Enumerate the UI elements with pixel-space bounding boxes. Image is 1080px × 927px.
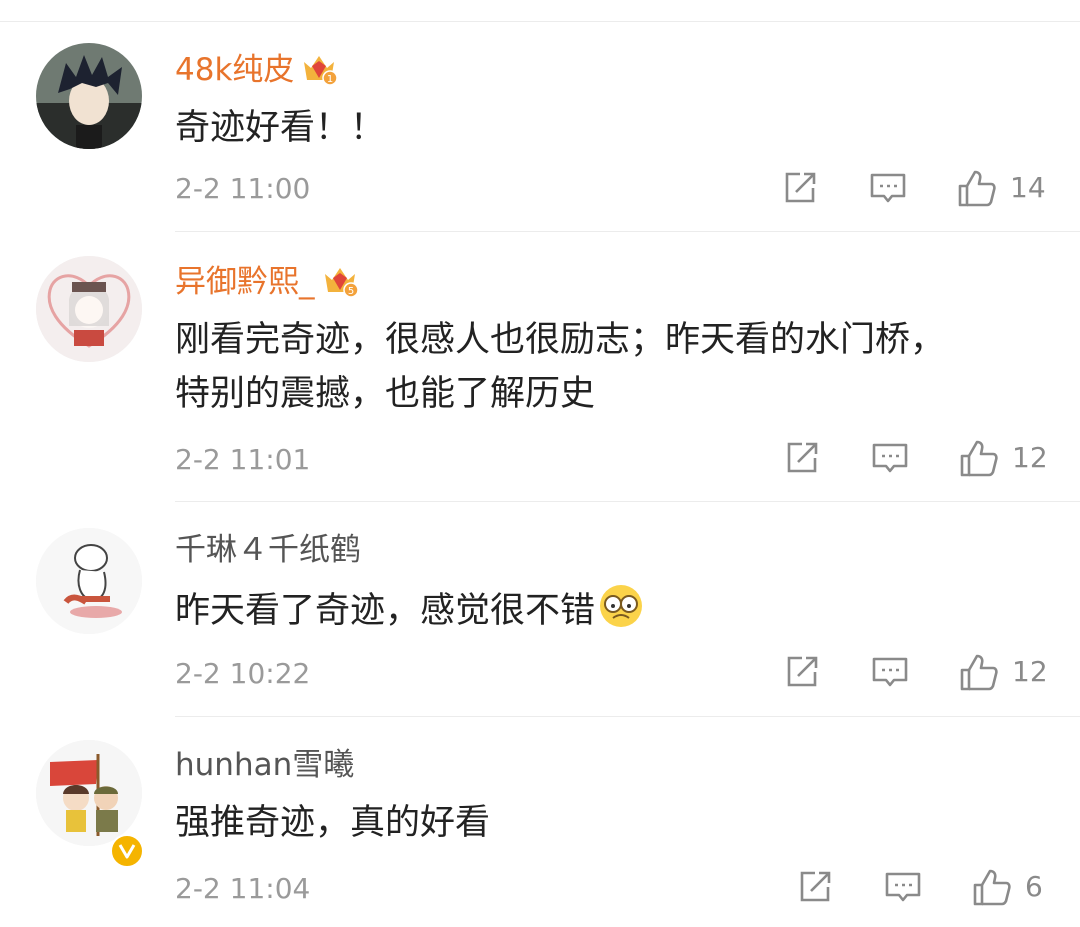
comment-icon xyxy=(872,443,908,473)
timestamp: 2-2 11:01 xyxy=(175,443,311,476)
like-icon xyxy=(960,440,998,477)
avatar[interactable] xyxy=(36,528,142,634)
crown-badge-icon: 5 xyxy=(321,264,359,304)
crown-badge-icon: 1 xyxy=(300,52,339,92)
like-icon xyxy=(973,869,1011,906)
share-icon xyxy=(785,172,816,203)
like-button[interactable] xyxy=(958,438,1000,480)
comment-text-line: 刚看完奇迹，很感人也很励志；昨天看的水门桥， xyxy=(175,320,946,360)
share-button[interactable] xyxy=(795,867,835,907)
comment-text-content: 昨天看了奇迹，感觉很不错 xyxy=(175,591,596,631)
svg-text:5: 5 xyxy=(347,286,353,297)
svg-text:1: 1 xyxy=(327,74,333,85)
avatar[interactable] xyxy=(36,256,142,362)
username-text[interactable]: 千琳４千纸鹤 xyxy=(175,532,361,568)
like-icon xyxy=(960,654,998,691)
share-button[interactable] xyxy=(780,168,820,208)
comment-text: 奇迹好看！！ xyxy=(175,108,386,148)
comment-text: 强推奇迹，真的好看 xyxy=(175,803,491,843)
username-text[interactable]: 异御黔熙_ xyxy=(175,264,315,300)
comment-item: 异御黔熙_ 5 刚看完奇迹，很感人也很励志；昨天看的水门桥， 特别的震撼，也能了解… xyxy=(0,232,1080,502)
comment-item: 48k纯皮 1 奇迹好看！！ 2-2 11:00 14 xyxy=(0,22,1080,232)
comment-icon xyxy=(872,657,908,687)
like-button[interactable] xyxy=(956,168,998,210)
username-text[interactable]: 48k纯皮 xyxy=(175,52,294,88)
username[interactable]: 千琳４千纸鹤 xyxy=(175,535,361,566)
share-icon xyxy=(787,442,818,473)
like-icon xyxy=(958,170,996,207)
comment-item: 千琳４千纸鹤 昨天看了奇迹，感觉很不错 2-2 10:22 12 xyxy=(0,502,1080,717)
timestamp: 2-2 11:00 xyxy=(175,172,311,205)
comment-button[interactable] xyxy=(870,438,910,478)
avatar[interactable] xyxy=(36,43,142,149)
comment-item: hunhan雪曦 强推奇迹，真的好看 2-2 11:04 6 xyxy=(0,717,1080,927)
username[interactable]: 48k纯皮 1 xyxy=(175,52,339,92)
share-icon xyxy=(800,871,831,902)
like-count: 6 xyxy=(1025,870,1043,903)
share-button[interactable] xyxy=(782,438,822,478)
glasses-emoji-icon xyxy=(597,582,645,647)
comment-icon xyxy=(870,173,906,203)
comment-button[interactable] xyxy=(883,867,923,907)
avatar[interactable] xyxy=(36,740,142,846)
share-button[interactable] xyxy=(782,652,822,692)
verified-badge-icon xyxy=(110,834,144,868)
comment-text-line: 特别的震撼，也能了解历史 xyxy=(175,374,596,414)
like-button[interactable] xyxy=(958,652,1000,694)
comment-button[interactable] xyxy=(868,168,908,208)
like-count: 12 xyxy=(1012,441,1048,474)
username[interactable]: hunhan雪曦 xyxy=(175,750,354,781)
like-count: 12 xyxy=(1012,655,1048,688)
timestamp: 2-2 11:04 xyxy=(175,872,311,905)
comment-text: 昨天看了奇迹，感觉很不错 xyxy=(175,582,645,647)
like-count: 14 xyxy=(1010,171,1046,204)
username-text[interactable]: hunhan雪曦 xyxy=(175,747,354,783)
like-button[interactable] xyxy=(971,867,1013,909)
username[interactable]: 异御黔熙_ 5 xyxy=(175,264,359,304)
timestamp: 2-2 10:22 xyxy=(175,657,311,690)
comment-button[interactable] xyxy=(870,652,910,692)
share-icon xyxy=(787,656,818,687)
comment-icon xyxy=(885,872,921,902)
